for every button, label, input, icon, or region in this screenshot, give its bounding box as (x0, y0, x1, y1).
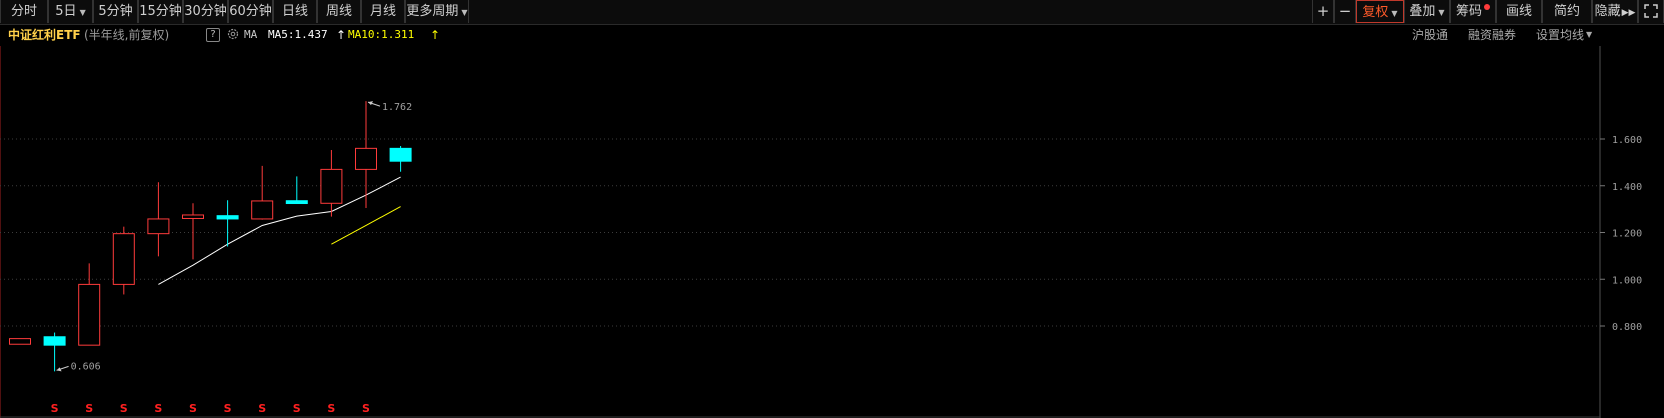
yincang-button[interactable]: 隐藏▶▶ (1592, 0, 1638, 23)
fuquan-button[interactable]: 复权 ▼ (1356, 0, 1404, 23)
candle-body (389, 147, 412, 162)
diejia-button[interactable]: 叠加 ▼ (1404, 0, 1450, 23)
double-chevron-right-icon: ▶▶ (1621, 8, 1636, 18)
candle-body (320, 168, 343, 204)
y-tick-label: 0.800 (1612, 322, 1642, 333)
period-button-5day[interactable]: 5日 ▼ (48, 0, 93, 23)
dividend-marker-icon: S (85, 402, 93, 415)
chevron-down-icon: ▼ (1438, 8, 1445, 17)
huaxian-button[interactable]: 画线 (1496, 0, 1542, 23)
dividend-marker-icon: S (327, 402, 335, 415)
dividend-marker-icon: S (258, 402, 266, 415)
ma10-arrow-up-icon: ↑ (430, 28, 441, 42)
candle-body (216, 215, 239, 220)
chouma-button[interactable]: 筹码 (1450, 0, 1496, 23)
dividend-marker-icon: S (120, 402, 128, 415)
y-tick-label: 1.200 (1612, 229, 1642, 240)
period-toolbar: 分时 5日 ▼ 5分钟 15分钟 30分钟 60分钟 日线 周线 月线 更多周期 ▼… (0, 0, 1664, 25)
expand-icon (1644, 4, 1658, 18)
ma5-arrow-up-icon: ↑ (336, 28, 347, 42)
ma5-line (158, 176, 401, 285)
set-ma-link[interactable]: 设置均线 (1536, 24, 1584, 46)
candle-body (43, 336, 66, 346)
candle-body (112, 233, 135, 285)
y-tick-label: 1.400 (1612, 182, 1642, 193)
dividend-marker-icon: S (224, 402, 232, 415)
candle-body (182, 214, 204, 219)
dividend-marker-icon: S (154, 402, 162, 415)
period-button-15min[interactable]: 15分钟 (138, 0, 183, 23)
dividend-marker-icon: S (51, 402, 59, 415)
stock-mode: (半年线,前复权) (84, 28, 170, 42)
high-price-label: 1.762 (382, 102, 412, 113)
chevron-down-icon: ▼ (1586, 30, 1593, 39)
period-button-monthly[interactable]: 月线 (361, 0, 405, 23)
candle-body (9, 338, 31, 345)
dividend-marker-icon: S (362, 402, 370, 415)
candle-body (78, 283, 101, 346)
ma-label: MA (244, 28, 258, 41)
notification-dot-icon (1484, 4, 1490, 10)
period-button-fenshi[interactable]: 分时 (0, 0, 48, 23)
candle-body (285, 200, 308, 205)
zoom-out-button[interactable]: − (1334, 0, 1356, 23)
info-bar: 中证红利ETF (半年线,前复权) ? MA MA5:1.437 ↑ MA10:… (0, 24, 1600, 46)
help-icon[interactable]: ? (206, 28, 220, 42)
hugutong-link[interactable]: 沪股通 (1412, 24, 1448, 46)
stock-name: 中证红利ETF (8, 28, 81, 42)
chevron-down-icon: ▼ (1391, 9, 1398, 18)
candle-body (251, 200, 274, 220)
dividend-marker-icon: S (293, 402, 301, 415)
period-button-daily[interactable]: 日线 (273, 0, 317, 23)
low-price-label: 0.606 (71, 361, 101, 372)
rongzi-link[interactable]: 融资融券 (1468, 24, 1516, 46)
chevron-down-icon: ▼ (461, 8, 468, 17)
dividend-marker-icon: S (189, 402, 197, 415)
ma10-line (331, 206, 401, 245)
y-tick-label: 1.000 (1612, 275, 1642, 286)
candle-body (147, 218, 170, 235)
period-button-5min[interactable]: 5分钟 (93, 0, 138, 23)
gear-icon[interactable] (226, 27, 240, 41)
period-button-30min[interactable]: 30分钟 (183, 0, 228, 23)
period-button-60min[interactable]: 60分钟 (228, 0, 273, 23)
ma5-value: MA5:1.437 (268, 28, 328, 41)
kline-chart[interactable]: 1.600 1.400 1.200 1.000 0.800 1.762 0.606 S S S… (0, 46, 1664, 418)
period-button-weekly[interactable]: 周线 (317, 0, 361, 23)
ma10-value: MA10:1.311 (348, 28, 415, 41)
expand-button[interactable] (1638, 0, 1664, 23)
candle-body (355, 147, 377, 170)
chevron-down-icon: ▼ (79, 8, 86, 17)
y-tick-label: 1.600 (1612, 135, 1642, 146)
jianyue-button[interactable]: 简约 (1542, 0, 1592, 23)
zoom-in-button[interactable]: + (1312, 0, 1334, 23)
period-button-more[interactable]: 更多周期 ▼ (405, 0, 469, 23)
